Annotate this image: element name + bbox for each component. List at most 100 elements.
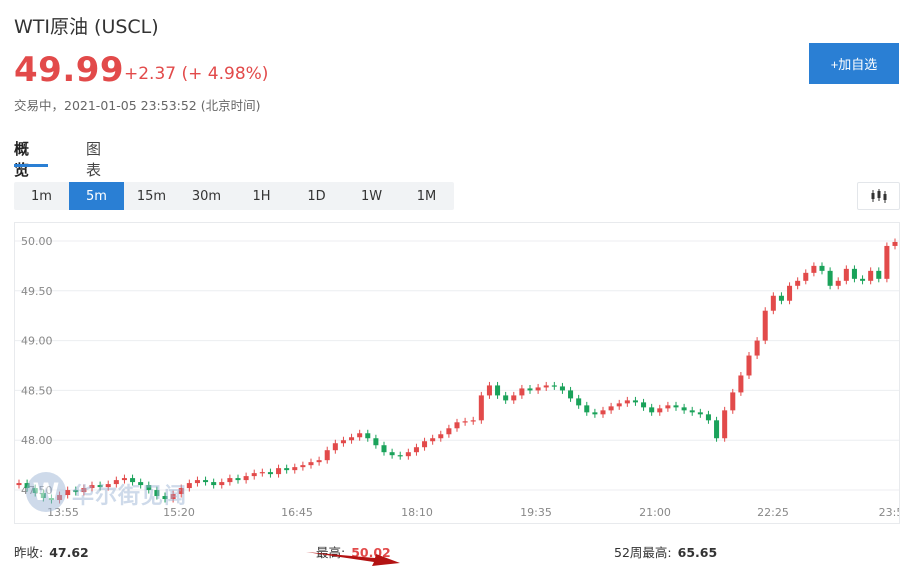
prev-close-value: 47.62	[49, 545, 89, 560]
interval-1w[interactable]: 1W	[344, 182, 399, 210]
interval-1d[interactable]: 1D	[289, 182, 344, 210]
trading-status: 交易中，2021-01-05 23:53:52 (北京时间)	[14, 98, 261, 113]
candle-body	[551, 385, 557, 387]
candle-body	[259, 472, 265, 474]
watermark: W 华尔街见闻	[26, 472, 196, 516]
candle-body	[657, 408, 663, 413]
candle-body	[519, 388, 525, 396]
candle-body	[308, 462, 314, 466]
candle-body	[389, 452, 395, 456]
candle-body	[868, 270, 874, 281]
y-tick-label: 48.00	[21, 434, 53, 447]
candle-body	[276, 468, 282, 475]
candle-body	[795, 280, 801, 286]
candle-body	[851, 268, 857, 279]
y-tick-label: 49.50	[21, 285, 53, 298]
chart-type-toggle[interactable]	[857, 182, 900, 210]
candle-body	[827, 270, 833, 286]
candle-body	[665, 405, 671, 409]
candle-body	[770, 295, 776, 311]
x-tick-label: 19:35	[520, 506, 552, 519]
candle-body	[584, 405, 590, 413]
watermark-text: 华尔街见闻	[72, 483, 188, 509]
candle-body	[413, 447, 419, 453]
candle-body	[876, 270, 882, 279]
x-tick-label: 23:5	[879, 506, 899, 519]
candle-body	[211, 482, 217, 486]
candle-body	[803, 272, 809, 281]
current-price: 49.99	[14, 50, 125, 90]
candle-body	[243, 476, 249, 481]
candle-body	[722, 410, 728, 439]
instrument-title: WTI原油 (USCL)	[14, 16, 159, 38]
candle-body	[292, 467, 298, 471]
candle-body	[235, 478, 241, 481]
week52-high-label: 52周最高:	[614, 545, 672, 560]
week52-high: 52周最高: 65.65	[614, 542, 717, 561]
candle-body	[819, 265, 825, 271]
candle-body	[860, 278, 866, 281]
candle-body	[381, 445, 387, 453]
candle-body	[730, 392, 736, 411]
candle-body	[227, 478, 233, 483]
prev-close-label: 昨收:	[14, 545, 44, 560]
candle-body	[397, 455, 403, 457]
candle-body	[762, 310, 768, 341]
candle-body	[251, 473, 257, 477]
candle-body	[357, 433, 363, 438]
interval-1h[interactable]: 1H	[234, 182, 289, 210]
interval-selector: 1m 5m 15m 30m 1H 1D 1W 1M	[14, 182, 454, 210]
candle-body	[470, 420, 476, 422]
candle-body	[592, 412, 598, 415]
active-tab-indicator	[14, 164, 48, 167]
candle-body	[219, 482, 225, 486]
candle-body	[300, 465, 306, 468]
candle-body	[478, 395, 484, 421]
candle-body	[624, 400, 630, 404]
interval-15m[interactable]: 15m	[124, 182, 179, 210]
watermark-logo: W	[26, 472, 66, 512]
y-tick-label: 49.00	[21, 335, 53, 348]
candle-body	[673, 405, 679, 408]
candle-body	[511, 395, 517, 401]
y-tick-label: 50.00	[21, 235, 53, 248]
candle-body	[203, 480, 209, 483]
candle-body	[649, 407, 655, 413]
candle-body	[681, 407, 687, 411]
candle-body	[486, 385, 492, 396]
candle-body	[340, 440, 346, 444]
x-tick-label: 16:45	[281, 506, 313, 519]
interval-5m[interactable]: 5m	[69, 182, 124, 210]
tab-chart[interactable]: 图表	[86, 138, 101, 180]
candle-body	[316, 460, 322, 463]
candle-body	[811, 265, 817, 273]
candlestick-icon	[871, 189, 886, 203]
interval-1m[interactable]: 1m	[14, 182, 69, 210]
candle-body	[405, 452, 411, 457]
candle-body	[422, 441, 428, 448]
candle-body	[835, 280, 841, 286]
add-watchlist-button[interactable]: +加自选	[809, 43, 899, 84]
interval-1mo[interactable]: 1M	[399, 182, 454, 210]
candle-body	[543, 385, 549, 388]
candle-body	[438, 434, 444, 439]
candle-body	[608, 406, 614, 411]
tab-overview[interactable]: 概览	[14, 138, 29, 180]
candle-body	[738, 375, 744, 393]
candle-body	[454, 422, 460, 429]
week52-high-value: 65.65	[677, 545, 718, 560]
candle-body	[535, 387, 541, 391]
prev-close: 昨收: 47.62	[14, 542, 89, 561]
candle-body	[705, 414, 711, 421]
candle-body	[430, 438, 436, 442]
candle-body	[373, 438, 379, 446]
interval-30m[interactable]: 30m	[179, 182, 234, 210]
candle-body	[503, 395, 509, 401]
candle-body	[641, 402, 647, 408]
candle-body	[365, 433, 371, 439]
red-arrow-annotation	[306, 552, 400, 566]
candle-body	[559, 386, 565, 391]
candle-body	[714, 420, 720, 439]
candle-body	[267, 472, 273, 475]
x-tick-label: 18:10	[401, 506, 433, 519]
